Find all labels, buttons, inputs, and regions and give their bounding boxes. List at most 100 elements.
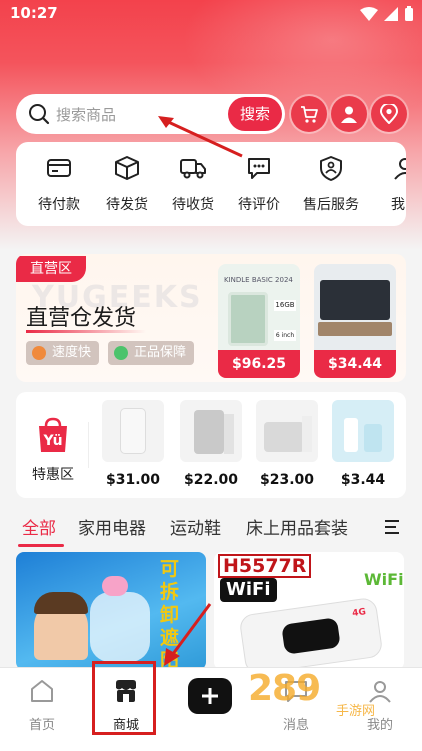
wallet-card-icon — [47, 159, 71, 177]
battery-icon — [405, 6, 413, 21]
special-zone-entry[interactable]: Yü 特惠区 — [26, 416, 80, 484]
check-shield-icon — [114, 346, 128, 360]
feed-product-canopy[interactable]: 可拆卸遮阳棚 — [16, 552, 206, 670]
home-icon — [31, 680, 53, 702]
badge-label: 正品保障 — [134, 345, 187, 360]
router-model: H5577R — [218, 554, 312, 578]
tab-appliances[interactable]: 家用电器 — [78, 514, 146, 539]
search-placeholder: 搜索商品 — [56, 106, 117, 124]
kindle-image — [228, 292, 268, 346]
order-status-card: 待付款 待发货 待收货 待评价 售后服务 我 — [16, 142, 406, 226]
nav-home[interactable]: 首页 — [0, 668, 84, 733]
special-product[interactable]: $22.00 — [178, 400, 244, 488]
product-price: $31.00 — [105, 472, 161, 488]
shopping-bag-icon: Yü — [39, 417, 67, 452]
location-button[interactable] — [371, 96, 407, 132]
divider — [88, 422, 89, 468]
comment-bubble-icon — [248, 158, 270, 179]
kettle-image — [102, 400, 164, 462]
badge-genuine: 正品保障 — [108, 341, 195, 365]
badge-fast: 速度快 — [26, 341, 100, 365]
order-item-label: 我的 — [391, 197, 406, 213]
nav-publish[interactable] — [168, 668, 252, 732]
site-watermark-text: 手游网 — [336, 704, 376, 719]
router-4g-badge: 4G — [351, 607, 367, 619]
special-zone-card: Yü 特惠区 $31.00 $22.00 $23.00 $3.44 — [16, 392, 406, 498]
search-row: 搜索商品 搜索 — [16, 94, 408, 134]
float-image — [90, 592, 150, 662]
rocket-icon — [32, 346, 46, 360]
nav-label: 首页 — [28, 718, 55, 733]
direct-zone-tag: 直营区 — [16, 256, 86, 282]
special-product[interactable]: $23.00 — [254, 400, 320, 488]
spec-tag: 6 inch — [274, 330, 296, 341]
badge-label: 速度快 — [52, 345, 92, 360]
special-product[interactable]: $3.44 — [330, 400, 396, 488]
product-price: $22.00 — [183, 472, 239, 488]
feed-caption: 可拆卸遮阳棚 — [160, 558, 180, 670]
package-box-icon — [115, 156, 139, 180]
direct-zone-card[interactable]: YUGEEKS 直营区 直营仓发货 速度快 正品保障 KINDLE BASIC … — [16, 254, 406, 382]
publish-button[interactable] — [188, 678, 232, 714]
my-account-icon — [394, 158, 406, 180]
cart-icon — [301, 106, 318, 123]
desk-image — [318, 322, 392, 336]
order-item-label: 待发货 — [106, 197, 148, 213]
cart-button[interactable] — [291, 96, 327, 132]
tab-sneakers[interactable]: 运动鞋 — [170, 514, 221, 539]
special-zone-label: 特惠区 — [32, 467, 74, 483]
status-icons — [360, 6, 414, 22]
direct-product-kindle[interactable]: KINDLE BASIC 2024 16GB 6 inch $96.25 — [218, 264, 300, 378]
toaster-image — [256, 400, 318, 462]
tab-all[interactable]: 全部 — [22, 514, 56, 539]
product-price: $3.44 — [340, 472, 386, 488]
order-mine[interactable]: 我的 — [372, 154, 406, 214]
annotation-highlight-box — [92, 661, 156, 735]
direct-zone-title: 直营仓发货 — [26, 306, 137, 331]
bottle-image — [332, 400, 394, 462]
after-sale-shield-icon — [320, 156, 342, 181]
status-bar: 10:27 — [0, 0, 422, 28]
wifi-icon — [360, 7, 378, 21]
router-image: 4G — [238, 596, 384, 670]
order-item-label: 待付款 — [38, 197, 80, 213]
menu-icon[interactable] — [384, 518, 402, 536]
svg-text:Yü: Yü — [42, 433, 62, 449]
status-time: 10:27 — [10, 4, 58, 22]
wifi-corner-label: WiFi — [364, 570, 404, 589]
direct-product-monitor[interactable]: $34.44 — [314, 264, 396, 378]
profile-button[interactable] — [331, 96, 367, 132]
order-pending-payment[interactable]: 待付款 — [26, 154, 92, 214]
location-pin-icon — [380, 104, 398, 124]
product-price: $96.25 — [218, 350, 300, 378]
search-button[interactable]: 搜索 — [228, 97, 282, 131]
order-item-label: 售后服务 — [303, 197, 359, 213]
spec-tag: 16GB — [274, 300, 296, 311]
monitor-image — [320, 280, 390, 320]
tab-active-indicator — [18, 544, 64, 547]
chopper-image — [180, 400, 242, 462]
bow-image — [102, 576, 128, 596]
order-after-sale[interactable]: 售后服务 — [298, 154, 364, 214]
search-input[interactable]: 搜索商品 搜索 — [16, 94, 285, 134]
signal-icon — [384, 7, 398, 21]
product-price: $23.00 — [259, 472, 315, 488]
user-icon — [341, 106, 357, 123]
feed-product-router[interactable]: H5577R WiFi WiFi 4G — [214, 552, 404, 670]
tab-bedding[interactable]: 床上用品套装 — [246, 514, 348, 539]
title-underline — [26, 330, 146, 333]
product-price: $34.44 — [314, 350, 396, 378]
hair-image — [34, 592, 88, 614]
product-caption: KINDLE BASIC 2024 — [224, 276, 293, 284]
site-watermark-logo: 289 — [248, 668, 321, 709]
search-icon — [29, 104, 50, 125]
order-item-label: 待收货 — [172, 197, 214, 213]
delivery-truck-icon — [180, 159, 206, 179]
router-wifi-label: WiFi — [220, 578, 277, 602]
order-pending-shipment[interactable]: 待发货 — [94, 154, 160, 214]
special-product[interactable]: $31.00 — [100, 400, 166, 488]
order-pending-review[interactable]: 待评价 — [226, 154, 292, 214]
order-pending-receipt[interactable]: 待收货 — [160, 154, 226, 214]
order-item-label: 待评价 — [238, 197, 280, 213]
plus-icon — [202, 688, 218, 704]
